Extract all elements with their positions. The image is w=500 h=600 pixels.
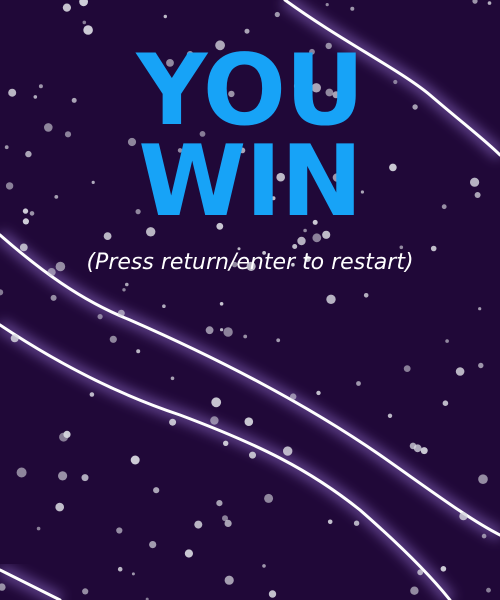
snow-particle	[0, 289, 4, 296]
snow-particle	[50, 294, 57, 301]
snow-particle	[149, 541, 157, 549]
snow-particle	[326, 294, 336, 304]
snow-particle	[162, 304, 166, 309]
snow-particle	[36, 526, 41, 531]
snow-particle	[116, 527, 123, 534]
snow-particle	[276, 338, 281, 343]
snow-particle	[413, 444, 422, 453]
snow-particle	[417, 569, 424, 576]
snow-particle	[264, 493, 274, 503]
snow-particle	[169, 418, 177, 426]
snow-particle	[55, 502, 64, 512]
snow-particle	[219, 302, 224, 306]
light-streak	[0, 568, 62, 600]
snow-particle	[274, 11, 280, 18]
snow-particle	[356, 381, 361, 386]
snow-particle	[122, 288, 126, 292]
snow-particle	[83, 25, 93, 35]
snow-particle	[62, 3, 71, 12]
snow-particle	[130, 455, 140, 465]
snow-particle	[205, 326, 214, 335]
snow-particle	[117, 309, 125, 317]
snow-particle	[440, 566, 447, 572]
snow-particle	[223, 327, 233, 337]
snow-particle	[316, 390, 321, 396]
snow-particle	[82, 20, 87, 25]
snow-particle	[350, 6, 355, 11]
snow-particle	[244, 28, 250, 34]
snow-particle	[487, 1, 492, 5]
snow-particle	[222, 515, 228, 522]
snow-particle	[58, 471, 68, 481]
snow-particle	[210, 416, 219, 425]
snow-particle	[244, 417, 254, 427]
snow-particle	[327, 519, 333, 525]
snow-particle	[81, 474, 89, 482]
snow-particle	[387, 413, 393, 418]
snow-particle	[117, 566, 123, 572]
snow-particle	[0, 583, 6, 591]
snow-particle	[184, 549, 193, 558]
win-screen: YOU WIN (Press return/enter to restart)	[0, 0, 500, 600]
snow-particle	[268, 590, 277, 598]
snow-particle	[478, 307, 482, 311]
snow-particle	[403, 365, 411, 372]
snow-particle	[410, 586, 419, 595]
snow-particle	[420, 447, 428, 455]
snow-particle	[220, 328, 224, 332]
snow-particle	[459, 512, 468, 521]
snow-particle	[249, 451, 256, 459]
snow-particle	[103, 232, 112, 241]
snow-particle	[194, 520, 203, 529]
snow-particle	[131, 572, 135, 576]
snow-particle	[283, 446, 293, 456]
snow-particle	[243, 334, 248, 339]
snow-particle	[478, 362, 484, 369]
snow-particle	[353, 520, 360, 526]
snow-particle	[79, 0, 88, 7]
win-title-line-2: WIN	[138, 125, 363, 239]
snow-particle	[16, 467, 27, 478]
snow-particle	[153, 487, 160, 494]
snow-particle	[216, 500, 223, 507]
snow-particle	[363, 293, 369, 298]
snow-particle	[445, 339, 449, 343]
snow-particle	[170, 376, 175, 381]
snow-particle	[325, 3, 329, 7]
snow-particle	[82, 588, 89, 595]
snow-particle	[262, 564, 266, 568]
light-streak-glow	[0, 230, 500, 541]
snow-particle	[442, 400, 449, 407]
snow-particle	[125, 282, 129, 287]
snow-particle	[211, 397, 222, 408]
snow-particle	[163, 14, 167, 19]
snow-particle	[10, 334, 19, 343]
snow-particle	[223, 440, 229, 446]
snow-particle	[486, 587, 491, 593]
snow-particle	[455, 367, 465, 376]
snow-particle	[136, 349, 141, 354]
snow-particle	[63, 430, 71, 438]
snow-particle	[478, 474, 488, 485]
snow-particle	[481, 533, 487, 539]
snow-particle	[224, 575, 234, 585]
snow-particle	[97, 314, 103, 320]
snow-particle	[472, 0, 478, 4]
snow-particle	[109, 335, 117, 343]
restart-hint-text: (Press return/enter to restart)	[86, 250, 414, 275]
snow-particle	[89, 392, 95, 397]
snow-particle	[290, 393, 297, 400]
